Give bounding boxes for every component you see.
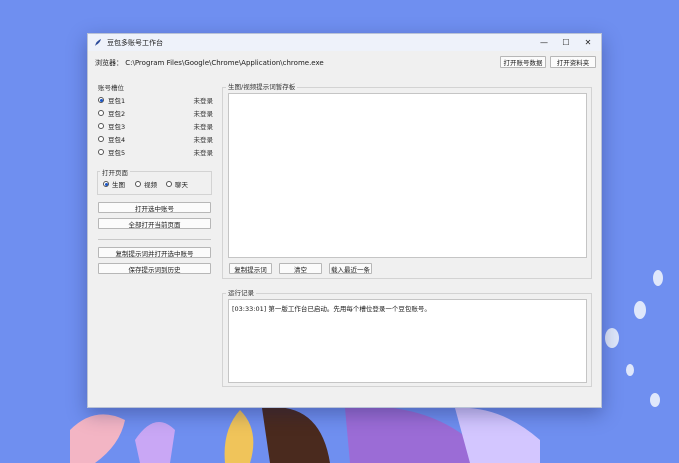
account-status: 未登录 — [193, 123, 214, 131]
account-name: 豆包3 — [108, 123, 126, 131]
page-radio[interactable] — [103, 181, 109, 187]
account-status: 未登录 — [193, 149, 214, 157]
account-name: 豆包2 — [108, 110, 126, 118]
log-label: 运行记录 — [226, 287, 256, 297]
account-status: 未登录 — [193, 110, 214, 118]
account-status: 未登录 — [193, 136, 214, 144]
browser-path-row: 浏览器： C:\Program Files\Google\Chrome\Appl… — [95, 58, 324, 68]
open-selected-account-button[interactable]: 打开选中账号 — [98, 202, 211, 213]
account-radio[interactable] — [98, 123, 104, 129]
page-option-chat[interactable]: 聊天 — [166, 179, 188, 189]
page-option-label: 聊天 — [175, 181, 188, 189]
copy-prompt-open-account-button[interactable]: 复制提示词并打开选中账号 — [98, 247, 211, 258]
account-slot-4[interactable]: 豆包4 未登录 — [98, 134, 213, 144]
account-name: 豆包5 — [108, 149, 126, 157]
prompt-textarea[interactable] — [228, 93, 587, 258]
open-folder-button[interactable]: 打开资料夹 — [550, 56, 596, 68]
account-radio[interactable] — [98, 110, 104, 116]
account-slot-1[interactable]: 豆包1 未登录 — [98, 95, 213, 105]
open-page-label: 打开页面 — [100, 167, 130, 177]
page-radio[interactable] — [166, 181, 172, 187]
open-all-current-page-button[interactable]: 全部打开当前页面 — [98, 218, 211, 229]
account-slot-5[interactable]: 豆包5 未登录 — [98, 147, 213, 157]
open-account-data-button[interactable]: 打开账号数据 — [500, 56, 546, 68]
account-radio[interactable] — [98, 136, 104, 142]
clear-button[interactable]: 清空 — [279, 263, 322, 274]
browser-path: C:\Program Files\Google\Chrome\Applicati… — [125, 59, 324, 67]
feather-icon — [94, 38, 103, 47]
account-name: 豆包1 — [108, 97, 126, 105]
browser-label: 浏览器： — [95, 59, 123, 67]
divider — [98, 239, 211, 240]
account-slots-label: 账号槽位 — [98, 84, 124, 92]
log-textarea[interactable]: [03:33:01] 第一版工作台已启动。先用每个槽位登录一个豆包账号。 — [228, 299, 587, 383]
account-status: 未登录 — [193, 97, 214, 105]
window-title: 豆包多账号工作台 — [107, 38, 163, 47]
minimize-button[interactable]: — — [533, 34, 555, 51]
page-option-label: 生图 — [112, 181, 125, 189]
prompt-box-label: 生图/视频提示词暂存板 — [226, 81, 298, 91]
save-prompt-history-button[interactable]: 保存提示词到历史 — [98, 263, 211, 274]
page-option-video[interactable]: 视频 — [135, 179, 157, 189]
app-window: 豆包多账号工作台 — ☐ ✕ 浏览器： C:\Program Files\Goo… — [87, 33, 602, 408]
account-slot-3[interactable]: 豆包3 未登录 — [98, 121, 213, 131]
load-last-button[interactable]: 载入最近一条 — [329, 263, 372, 274]
account-radio[interactable] — [98, 149, 104, 155]
account-slot-2[interactable]: 豆包2 未登录 — [98, 108, 213, 118]
account-radio[interactable] — [98, 97, 104, 103]
maximize-button[interactable]: ☐ — [555, 34, 577, 51]
log-entry: [03:33:01] 第一版工作台已启动。先用每个槽位登录一个豆包账号。 — [232, 305, 431, 313]
copy-prompt-button[interactable]: 复制提示词 — [229, 263, 272, 274]
close-button[interactable]: ✕ — [577, 34, 599, 51]
title-bar[interactable]: 豆包多账号工作台 — ☐ ✕ — [88, 34, 601, 51]
page-radio[interactable] — [135, 181, 141, 187]
page-option-label: 视频 — [144, 181, 157, 189]
page-option-image[interactable]: 生图 — [103, 179, 125, 189]
account-name: 豆包4 — [108, 136, 126, 144]
